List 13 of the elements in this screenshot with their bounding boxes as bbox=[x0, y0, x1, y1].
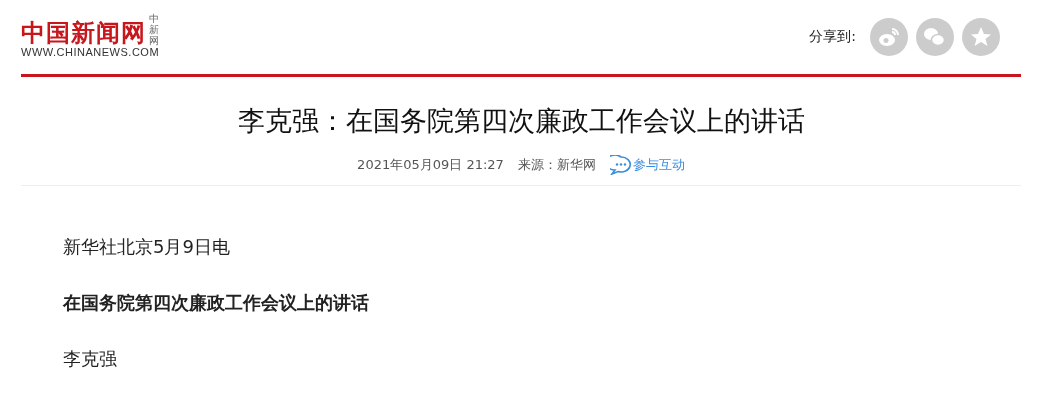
logo-wordmark[interactable]: 中国新闻网 bbox=[21, 19, 146, 46]
interact-link[interactable]: 参与互动 bbox=[609, 155, 685, 175]
star-share-icon[interactable] bbox=[962, 18, 1000, 56]
article-paragraph: 新华社北京5月9日电 bbox=[63, 236, 231, 258]
article-paragraph: 李克强 bbox=[63, 348, 118, 370]
logo-subtext: 中新网 bbox=[149, 12, 159, 46]
article-source: 来源：新华网 bbox=[517, 156, 596, 174]
chat-bubble-icon bbox=[609, 155, 632, 175]
logo-url: WWW.CHINANEWS.COM bbox=[21, 45, 160, 58]
share-label: 分享到: bbox=[809, 28, 856, 46]
article-title: 李克强：在国务院第四次廉政工作会议上的讲话 bbox=[236, 104, 806, 138]
publish-date: 2021年05月09日 21:27 bbox=[357, 156, 504, 174]
article-subheading: 在国务院第四次廉政工作会议上的讲话 bbox=[63, 292, 370, 314]
